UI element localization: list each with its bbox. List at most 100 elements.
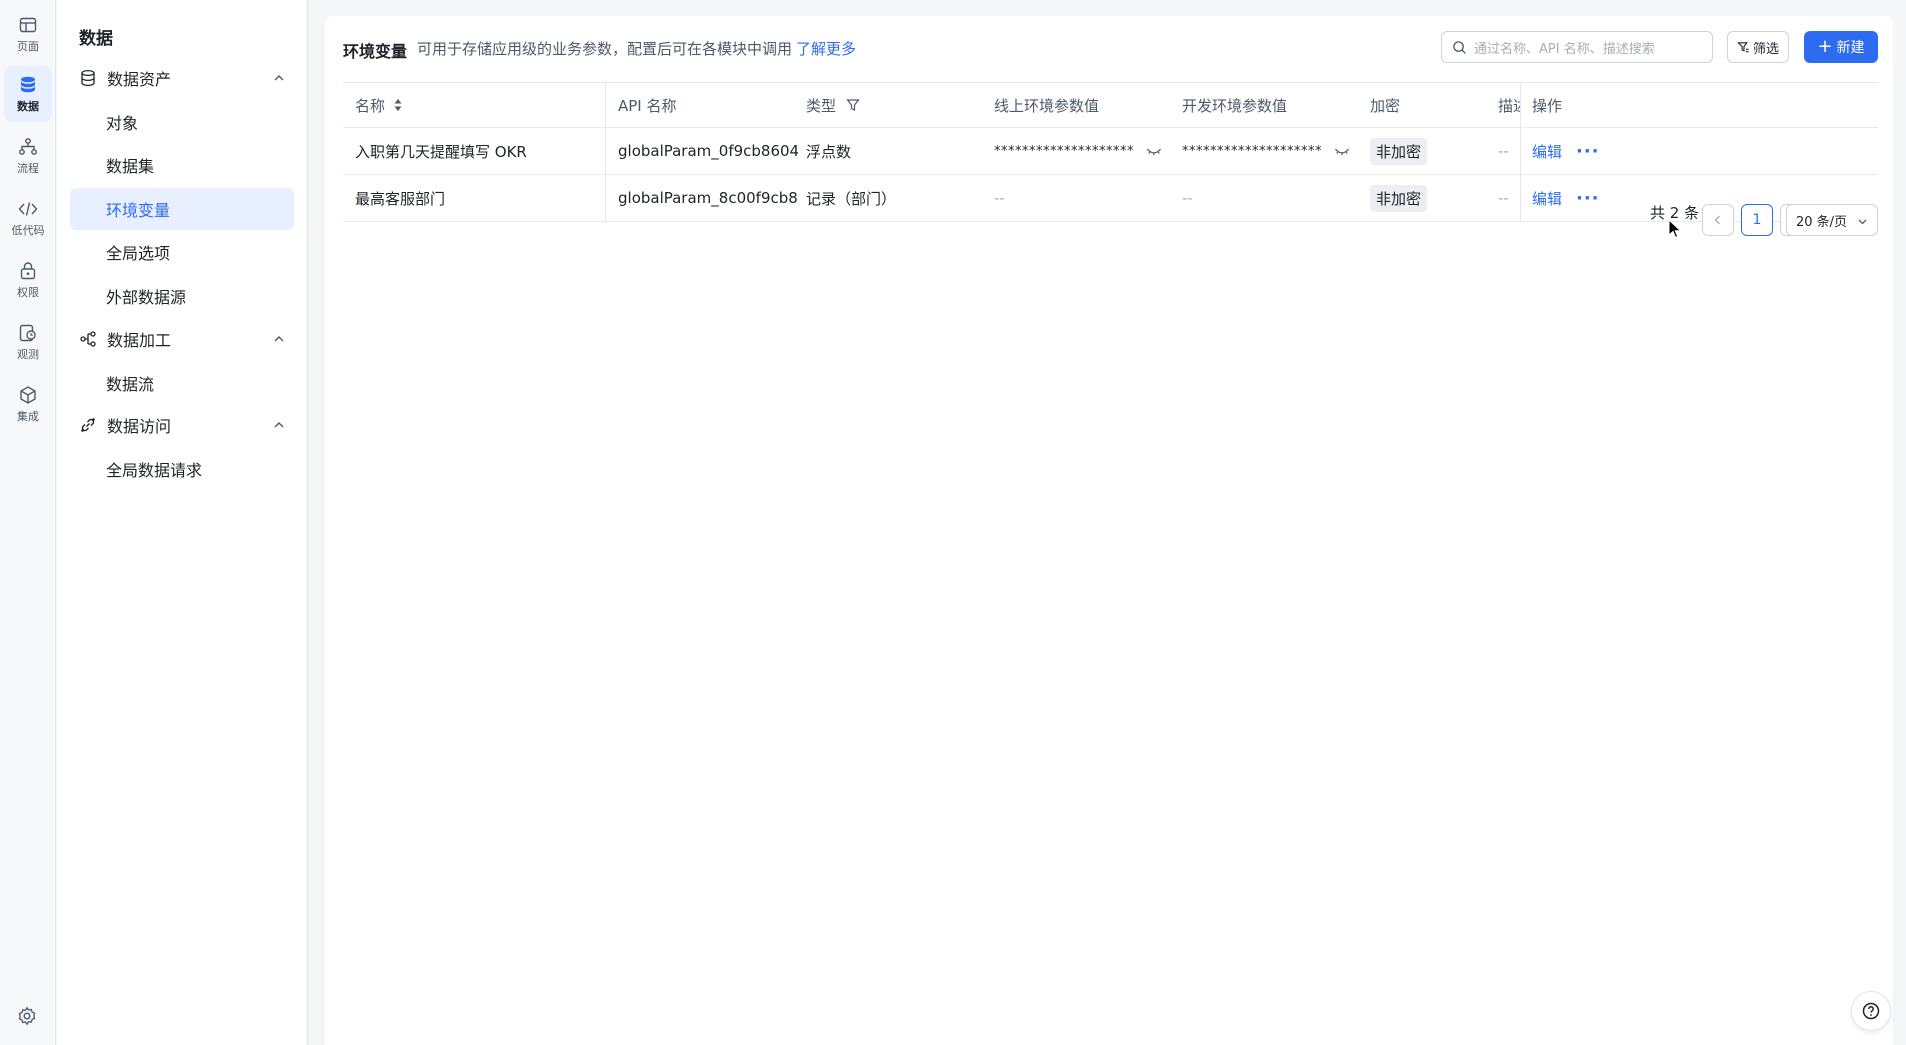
masked-value: ******************** <box>994 143 1134 159</box>
chevron-up-icon[interactable] <box>272 418 286 432</box>
sidebar-item-objects[interactable]: 对象 <box>70 101 294 143</box>
rail-label: 数据 <box>17 99 39 113</box>
sort-icon[interactable] <box>393 98 403 112</box>
column-divider <box>605 82 606 222</box>
masked-value: ******************** <box>1182 143 1322 159</box>
page-size-select[interactable]: 20 条/页 <box>1786 204 1878 236</box>
new-button[interactable]: + 新建 <box>1804 31 1878 63</box>
cell-api-name: globalParam_0f9cb86047f <box>618 142 798 160</box>
sidebar-group-data-access[interactable]: 数据访问 <box>69 406 296 444</box>
rail-label: 页面 <box>17 39 39 53</box>
chevron-left-icon <box>1714 215 1720 225</box>
learn-more-link[interactable]: 了解更多 <box>796 40 856 58</box>
branch-icon <box>80 331 96 347</box>
cell-api-name: globalParam_8c00f9cb8... <box>618 189 798 207</box>
cell-dev-value: -- <box>1182 189 1193 207</box>
sidebar-group-data-processing[interactable]: 数据加工 <box>69 320 296 358</box>
cell-dev-value: ******************** <box>1182 128 1362 174</box>
icon-rail: 页面 数据 流程 低代码 权限 观测 集成 <box>0 0 56 1045</box>
col-online-value: 线上环境参数值 <box>994 96 1100 115</box>
mouse-cursor-icon <box>1668 219 1682 239</box>
database-icon <box>81 69 95 87</box>
encrypt-tag: 非加密 <box>1370 184 1428 212</box>
sidebar-item-dataflow[interactable]: 数据流 <box>70 362 294 404</box>
table-row[interactable]: 入职第几天提醒填写 OKR globalParam_0f9cb86047f 浮点… <box>343 128 1878 175</box>
lock-icon <box>20 261 36 279</box>
settings-button[interactable] <box>14 1003 40 1029</box>
more-actions-button[interactable]: ··· <box>1576 128 1606 174</box>
rail-item-flow[interactable]: 流程 <box>4 128 52 184</box>
rail-label: 低代码 <box>11 223 45 237</box>
sidebar-group-data-assets[interactable]: 数据资产 <box>69 59 296 97</box>
cell-type: 浮点数 <box>806 142 852 161</box>
link-icon <box>81 418 95 432</box>
column-divider <box>1520 82 1521 222</box>
search-input[interactable]: 通过名称、API 名称、描述搜索 <box>1441 31 1713 63</box>
integration-icon <box>20 385 36 404</box>
col-dev-value: 开发环境参数值 <box>1182 96 1288 115</box>
sidebar-group-label: 数据访问 <box>107 417 172 436</box>
rail-item-monitor[interactable]: 观测 <box>4 314 52 370</box>
rail-item-page[interactable]: 页面 <box>4 6 52 62</box>
rail-item-integration[interactable]: 集成 <box>4 376 52 432</box>
cell-online-value: ******************** <box>994 128 1174 174</box>
sidebar-group-label: 数据加工 <box>107 331 172 350</box>
filter-icon <box>1737 41 1749 52</box>
table-header: 名称 API 名称 类型 线上环境参数值 开发环境参数值 加密 描述 操作 <box>343 82 1878 128</box>
gear-icon <box>18 1006 36 1026</box>
sidebar-item-global-requests[interactable]: 全局数据请求 <box>70 448 294 490</box>
description-text: 可用于存储应用级的业务参数，配置后可在各模块中调用 <box>417 40 793 58</box>
filter-icon[interactable] <box>846 98 860 112</box>
page-description: 可用于存储应用级的业务参数，配置后可在各模块中调用 了解更多 <box>417 38 856 59</box>
page-title: 环境变量 <box>343 42 408 61</box>
rail-item-data[interactable]: 数据 <box>4 66 52 122</box>
search-icon <box>1453 41 1466 54</box>
eye-closed-icon[interactable] <box>1334 146 1350 156</box>
page-1-button[interactable]: 1 <box>1741 204 1773 236</box>
cell-encrypt: 非加密 <box>1370 175 1490 221</box>
filter-button[interactable]: 筛选 <box>1727 31 1789 63</box>
cell-encrypt: 非加密 <box>1370 128 1490 174</box>
cell-description: -- <box>1498 189 1509 207</box>
cell-name: 最高客服部门 <box>355 189 446 208</box>
col-type[interactable]: 类型 <box>806 83 986 127</box>
new-label: 新建 <box>1836 40 1865 56</box>
filter-label: 筛选 <box>1752 41 1779 57</box>
code-icon <box>18 201 38 216</box>
rail-item-permission[interactable]: 权限 <box>4 252 52 308</box>
search-placeholder: 通过名称、API 名称、描述搜索 <box>1474 41 1655 57</box>
rail-label: 观测 <box>17 347 39 361</box>
help-button[interactable] <box>1851 991 1891 1031</box>
question-icon <box>1862 1002 1880 1020</box>
sidebar-item-env-vars[interactable]: 环境变量 <box>70 188 294 230</box>
data-sidebar: 数据 数据资产 对象 数据集 环境变量 全局选项 外部数据源 数据加工 数据流 … <box>57 0 308 1045</box>
chevron-up-icon[interactable] <box>272 71 286 85</box>
more-icon[interactable]: ··· <box>1576 141 1600 162</box>
sidebar-item-global-options[interactable]: 全局选项 <box>70 231 294 273</box>
rail-item-lowcode[interactable]: 低代码 <box>4 190 52 246</box>
flow-icon <box>19 137 37 155</box>
page-icon <box>19 17 37 32</box>
eye-closed-icon[interactable] <box>1146 146 1162 156</box>
rail-label: 权限 <box>17 285 39 299</box>
main-panel: 环境变量 可用于存储应用级的业务参数，配置后可在各模块中调用 了解更多 通过名称、… <box>325 16 1893 1045</box>
cell-type: 记录（部门） <box>806 189 897 208</box>
more-actions-button[interactable]: ··· <box>1576 175 1606 221</box>
cell-name: 入职第几天提醒填写 OKR <box>355 142 527 161</box>
col-api-name: API 名称 <box>618 96 677 115</box>
col-actions: 操作 <box>1532 96 1563 115</box>
encrypt-tag: 非加密 <box>1370 137 1428 165</box>
sidebar-item-external-sources[interactable]: 外部数据源 <box>70 275 294 317</box>
page-size-value: 20 条/页 <box>1796 214 1848 230</box>
edit-link[interactable]: 编辑 <box>1532 175 1572 221</box>
edit-link[interactable]: 编辑 <box>1532 128 1572 174</box>
prev-page-button[interactable] <box>1702 204 1734 236</box>
cell-description: -- <box>1498 142 1509 160</box>
sidebar-item-datasets[interactable]: 数据集 <box>70 144 294 186</box>
table-row[interactable]: 最高客服部门 globalParam_8c00f9cb8... 记录（部门） -… <box>343 175 1878 222</box>
more-icon[interactable]: ··· <box>1576 188 1600 209</box>
chevron-up-icon[interactable] <box>272 332 286 346</box>
col-name[interactable]: 名称 <box>355 83 605 127</box>
cell-online-value: -- <box>994 189 1005 207</box>
chevron-down-icon <box>1858 219 1867 225</box>
